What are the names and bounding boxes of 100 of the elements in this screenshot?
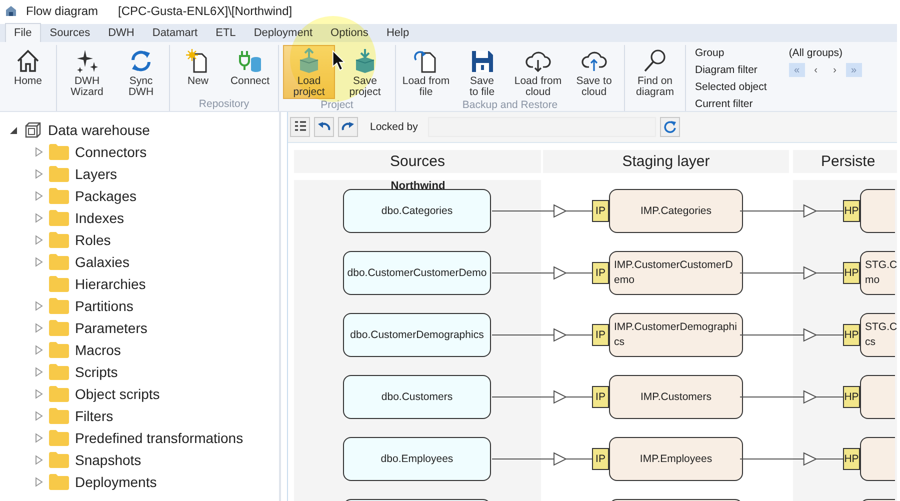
search-icon xyxy=(642,48,668,74)
ribbon-button[interactable]: Find on diagram xyxy=(629,45,681,99)
node-badge: IP xyxy=(592,448,609,470)
window-path: [CPC-Gusta-ENL6X]\[Northwind] xyxy=(118,4,292,18)
source-node: dbo.Employees xyxy=(343,437,491,481)
tree-item[interactable]: Predefined transformations xyxy=(75,430,244,446)
house-icon xyxy=(15,48,41,74)
tree-item[interactable]: Parameters xyxy=(75,320,148,336)
tree-item[interactable]: Data warehouse xyxy=(48,122,150,138)
ribbon-tab[interactable]: Options xyxy=(322,23,378,42)
tree-item[interactable]: Layers xyxy=(75,166,118,182)
tree-item[interactable]: Hierarchies xyxy=(75,276,146,292)
plug-database-icon xyxy=(237,48,263,74)
ribbon-tab[interactable]: Deployment xyxy=(244,23,322,42)
staging-node: IMP.CustomerDemographics xyxy=(609,313,743,357)
ribbon-button[interactable]: Load project xyxy=(283,45,335,99)
persisted-node xyxy=(860,437,895,481)
folder-icon xyxy=(49,364,69,380)
tree-item[interactable]: Indexes xyxy=(75,210,124,226)
ribbon-button[interactable]: Save to cloud xyxy=(568,45,620,99)
tree-item[interactable]: Galaxies xyxy=(75,254,130,270)
folder-icon xyxy=(49,408,69,424)
cube-icon xyxy=(24,121,42,139)
tree-item[interactable]: Object scripts xyxy=(75,386,160,402)
persisted-node xyxy=(860,375,895,419)
tree-item[interactable]: Macros xyxy=(75,342,121,358)
persisted-node xyxy=(860,189,895,233)
node-badge: HP xyxy=(843,386,860,408)
node-badge: HP xyxy=(843,448,860,470)
tree-item[interactable]: Deployments xyxy=(75,474,157,490)
source-node: dbo.CustomerDemographics xyxy=(343,313,491,357)
nav-button[interactable]: › xyxy=(826,63,843,77)
staging-node: IMP.CustomerCustomerDemo xyxy=(609,251,743,295)
folder-icon xyxy=(49,474,69,490)
list-button[interactable] xyxy=(290,117,310,137)
node-text: mo xyxy=(865,273,880,288)
ribbon-tab[interactable]: Datamart xyxy=(143,23,207,42)
node-badge: IP xyxy=(592,200,609,222)
folder-icon xyxy=(49,254,69,270)
node-text: cs xyxy=(865,335,876,350)
tree-item[interactable]: Packages xyxy=(75,188,136,204)
ribbon-button[interactable]: Home xyxy=(4,45,52,98)
nav-button[interactable]: ‹ xyxy=(808,63,824,77)
ribbon-button[interactable]: Load from file xyxy=(400,45,452,99)
staging-node: IMP.Employees xyxy=(609,437,743,481)
column-header: Sources xyxy=(294,150,541,173)
ribbon-button[interactable]: Load from cloud xyxy=(512,45,564,99)
column-header: Staging layer xyxy=(543,150,789,173)
node-badge: IP xyxy=(592,262,609,284)
ribbon-tab[interactable]: ETL xyxy=(206,23,245,42)
tree-item[interactable]: Connectors xyxy=(75,144,147,160)
folder-icon xyxy=(49,452,69,468)
column-header: Persiste xyxy=(793,150,897,173)
group-value: (All groups) xyxy=(788,46,844,61)
ribbon-button[interactable]: Save to file xyxy=(456,45,508,99)
ribbon-group-label: Repository xyxy=(198,98,250,111)
ribbon-group-label: Backup and Restore xyxy=(462,99,558,111)
ribbon-tab[interactable]: Sources xyxy=(40,23,100,42)
node-badge: HP xyxy=(843,200,860,222)
ribbon-group-label: Project xyxy=(320,99,354,111)
ribbon-button[interactable]: Connect xyxy=(226,45,274,98)
folder-icon xyxy=(49,144,69,160)
folder-icon xyxy=(49,276,69,292)
ribbon-tab[interactable]: File xyxy=(5,23,41,42)
app-icon xyxy=(4,4,18,18)
tree-item[interactable]: Roles xyxy=(75,232,111,248)
refresh-icon xyxy=(662,120,677,134)
ribbon-button[interactable]: DWH Wizard xyxy=(61,45,113,99)
ribbon-button[interactable]: Save project xyxy=(339,45,391,99)
field-label: Current filter xyxy=(695,97,754,112)
ribbon-button[interactable]: Sync DWH xyxy=(117,45,165,99)
group-label: Northwind xyxy=(390,180,446,192)
node-badge: HP xyxy=(843,262,860,284)
refresh-button[interactable] xyxy=(660,117,680,137)
folder-icon xyxy=(49,188,69,204)
ribbon-tab[interactable]: DWH xyxy=(99,23,144,42)
field-label: Selected object xyxy=(695,80,767,95)
tree-item[interactable]: Scripts xyxy=(75,364,118,380)
ribbon-button[interactable]: New xyxy=(174,45,222,98)
folder-icon xyxy=(49,386,69,402)
ribbon-tab[interactable]: Help xyxy=(377,23,418,42)
document-icon xyxy=(413,48,439,74)
field-label: Diagram filter xyxy=(695,63,758,78)
node-badge: IP xyxy=(592,324,609,346)
tree-item[interactable]: Filters xyxy=(75,408,114,424)
staging-node: IMP.Customers xyxy=(609,375,743,419)
node-text: STG.C xyxy=(865,320,897,335)
field-label: Group xyxy=(695,46,726,61)
node-badge: IP xyxy=(592,386,609,408)
field-label: Locked by xyxy=(370,121,418,133)
window-title: Flow diagram xyxy=(26,4,98,18)
folder-icon xyxy=(49,320,69,336)
undo-button[interactable] xyxy=(314,117,334,137)
redo-button[interactable] xyxy=(338,117,358,137)
tree-item[interactable]: Partitions xyxy=(75,298,134,314)
tree-item[interactable]: Snapshots xyxy=(75,452,142,468)
source-node: dbo.CustomerCustomerDemo xyxy=(343,251,491,295)
cursor-icon xyxy=(332,50,346,71)
node-badge: HP xyxy=(843,324,860,346)
staging-node: IMP.Categories xyxy=(609,189,743,233)
